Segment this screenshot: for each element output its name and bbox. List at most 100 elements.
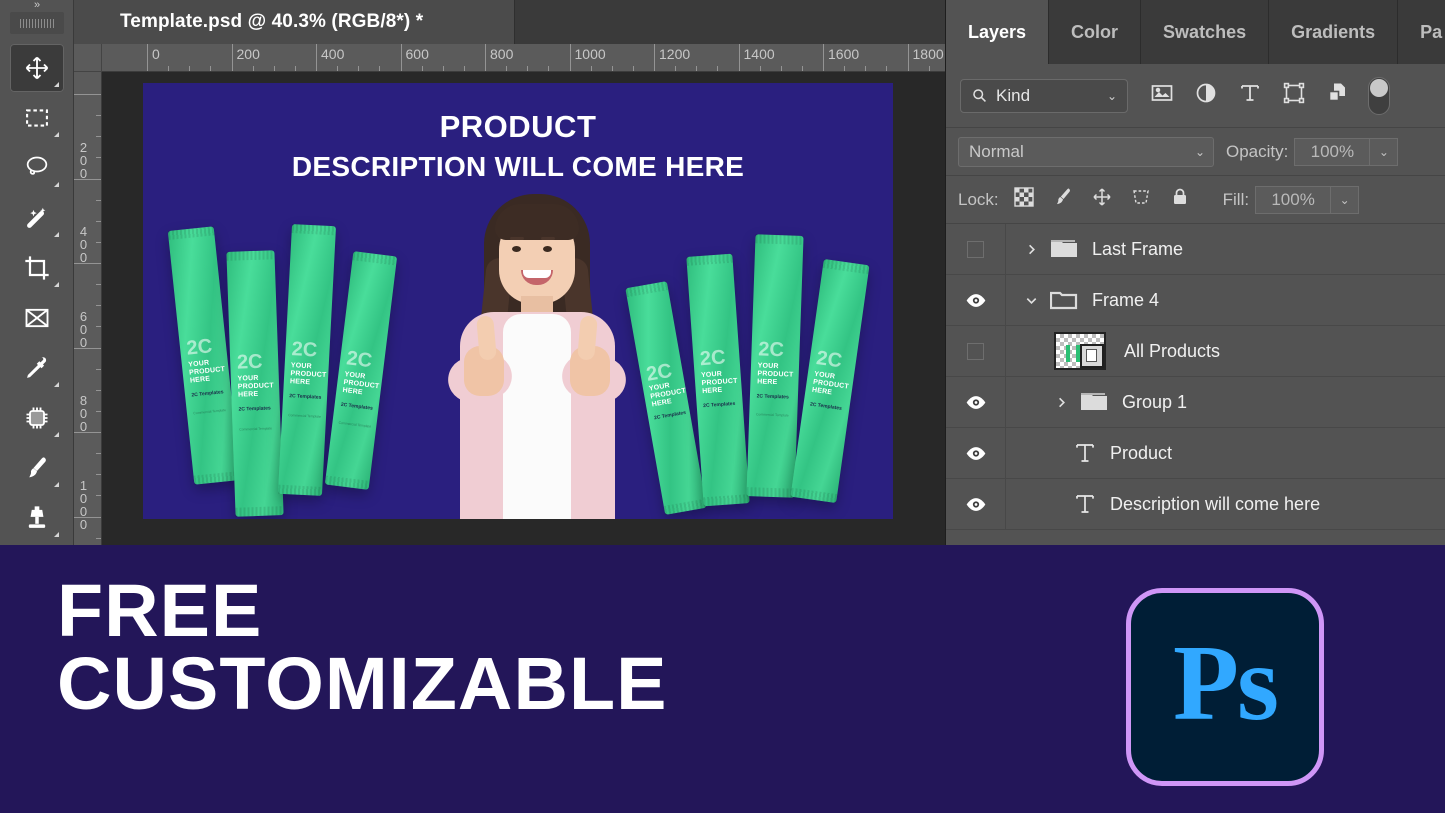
ruler-minor-tick xyxy=(548,66,549,71)
opacity-input[interactable]: 100% xyxy=(1294,138,1370,166)
ruler-tick xyxy=(739,44,740,71)
layer-row[interactable]: Group 1 xyxy=(946,377,1445,428)
ruler-tick xyxy=(908,44,909,71)
ruler-label: 600 xyxy=(406,46,429,62)
layer-visibility-toggle[interactable] xyxy=(946,275,1006,325)
layer-row[interactable]: All Products xyxy=(946,326,1445,377)
layer-visibility-toggle[interactable] xyxy=(946,479,1006,529)
pixel-layer-filter-icon[interactable] xyxy=(1150,81,1174,110)
ruler-tick xyxy=(654,44,655,71)
tab-layers[interactable]: Layers xyxy=(946,0,1049,64)
close-icon[interactable]: close-icon xyxy=(92,12,112,32)
folder-icon xyxy=(1050,238,1078,260)
ruler-label: 1000 xyxy=(77,479,90,531)
document-tab[interactable]: close-icon Template.psd @ 40.3% (RGB/8*)… xyxy=(74,0,515,44)
opacity-chevron-down-icon[interactable]: ⌄ xyxy=(1370,138,1398,166)
fill-input[interactable]: 100% xyxy=(1255,186,1331,214)
ruler-minor-tick xyxy=(96,284,101,285)
magic-wand-tool[interactable] xyxy=(10,194,64,242)
ruler-minor-tick xyxy=(865,66,866,71)
vertical-ruler[interactable]: 02004006008001000 xyxy=(74,72,102,545)
chevron-down-icon[interactable]: ⌄ xyxy=(1195,145,1205,159)
lock-transparency-icon[interactable] xyxy=(1013,186,1035,213)
layer-row[interactable]: Product xyxy=(946,428,1445,479)
artboard[interactable]: PRODUCT DESCRIPTION WILL COME HERE 2C YO… xyxy=(143,83,893,519)
ruler-minor-tick xyxy=(210,66,211,71)
tab-gradients[interactable]: Gradients xyxy=(1269,0,1398,64)
frame-tool[interactable] xyxy=(10,294,64,342)
toolbar-drag-handle[interactable] xyxy=(10,12,64,34)
ruler-tick xyxy=(316,44,317,71)
ruler-minor-tick xyxy=(612,66,613,71)
ruler-minor-tick xyxy=(96,157,101,158)
toolbar-collapse-icon[interactable]: » xyxy=(34,0,68,12)
product-sachet: 2C YOURPRODUCTHERE 2C Templates Commerci… xyxy=(226,250,283,517)
adjustment-layer-filter-icon[interactable] xyxy=(1194,81,1218,110)
ruler-label: 800 xyxy=(490,46,513,62)
ruler-tick xyxy=(485,44,486,71)
lock-artboard-icon[interactable] xyxy=(1130,186,1152,213)
lock-position-icon[interactable] xyxy=(1091,186,1113,213)
ruler-corner xyxy=(74,44,102,72)
chevron-right-icon[interactable] xyxy=(1048,395,1074,410)
shape-layer-filter-icon[interactable] xyxy=(1282,81,1306,110)
spot-healing-tool[interactable] xyxy=(10,394,64,442)
layer-list[interactable]: Last Frame Frame 4 All ProductsGroup 1Prod… xyxy=(946,224,1445,545)
ruler-minor-tick xyxy=(929,66,930,71)
smart-object-filter-icon[interactable] xyxy=(1326,81,1350,110)
ruler-minor-tick xyxy=(96,411,101,412)
ruler-minor-tick xyxy=(295,66,296,71)
layer-visibility-toggle[interactable] xyxy=(946,377,1006,427)
fill-chevron-down-icon[interactable]: ⌄ xyxy=(1331,186,1359,214)
lock-label: Lock: xyxy=(958,190,999,210)
ruler-minor-tick xyxy=(96,538,101,539)
crop-tool[interactable] xyxy=(10,244,64,292)
ruler-minor-tick xyxy=(96,474,101,475)
ruler-minor-tick xyxy=(422,66,423,71)
folder-icon xyxy=(1080,391,1108,413)
layer-row[interactable]: Frame 4 xyxy=(946,275,1445,326)
tab-color[interactable]: Color xyxy=(1049,0,1141,64)
tab-pa[interactable]: Pa xyxy=(1398,0,1445,64)
layer-visibility-toggle[interactable] xyxy=(946,326,1006,376)
layer-row[interactable]: Description will come here xyxy=(946,479,1445,530)
clone-stamp-tool[interactable] xyxy=(10,494,64,542)
type-layer-filter-icon[interactable] xyxy=(1238,81,1262,110)
layer-name: Description will come here xyxy=(1110,494,1320,515)
eyedropper-tool[interactable] xyxy=(10,344,64,392)
move-tool[interactable] xyxy=(10,44,64,92)
photoshop-window: close-icon Template.psd @ 40.3% (RGB/8*)… xyxy=(0,0,1445,545)
promo-line-1: FREE xyxy=(57,569,262,652)
chevron-down-icon[interactable] xyxy=(1018,293,1044,308)
ruler-label: 800 xyxy=(77,394,90,433)
promo-banner-text: FREE CUSTOMIZABLE xyxy=(57,575,667,720)
lock-all-icon[interactable] xyxy=(1169,186,1191,213)
layer-thumbnail[interactable] xyxy=(1054,332,1106,370)
product-sachet: 2C YOURPRODUCTHERE 2C Templates Commerci… xyxy=(325,251,397,490)
filter-enable-toggle[interactable] xyxy=(1368,77,1390,115)
chevron-down-icon[interactable]: ⌄ xyxy=(1107,89,1117,103)
ruler-label: 600 xyxy=(77,310,90,349)
horizontal-ruler[interactable]: 020040060080010001200140016001800 xyxy=(102,44,945,72)
ruler-minor-tick xyxy=(168,66,169,71)
lock-image-icon[interactable] xyxy=(1052,186,1074,213)
layer-row[interactable]: Last Frame xyxy=(946,224,1445,275)
opacity-label: Opacity: xyxy=(1226,142,1288,162)
brush-tool[interactable] xyxy=(10,444,64,492)
ruler-minor-tick xyxy=(96,305,101,306)
filter-kind-select[interactable]: Kind ⌄ xyxy=(960,79,1128,113)
chevron-right-icon[interactable] xyxy=(1018,242,1044,257)
layer-visibility-toggle[interactable] xyxy=(946,224,1006,274)
blend-mode-select[interactable]: Normal ⌄ xyxy=(958,137,1214,167)
tab-swatches[interactable]: Swatches xyxy=(1141,0,1269,64)
layer-visibility-toggle[interactable] xyxy=(946,428,1006,478)
layers-panel: LayersColorSwatchesGradientsPa Kind ⌄ xyxy=(945,0,1445,545)
fill-label: Fill: xyxy=(1223,190,1249,210)
type-layer-icon xyxy=(1074,441,1096,465)
layer-name: Frame 4 xyxy=(1092,290,1159,311)
rectangular-marquee-tool[interactable] xyxy=(10,94,64,142)
lasso-tool[interactable] xyxy=(10,144,64,192)
canvas-area[interactable]: PRODUCT DESCRIPTION WILL COME HERE 2C YO… xyxy=(102,72,945,545)
ruler-minor-tick xyxy=(96,453,101,454)
ruler-minor-tick xyxy=(96,200,101,201)
